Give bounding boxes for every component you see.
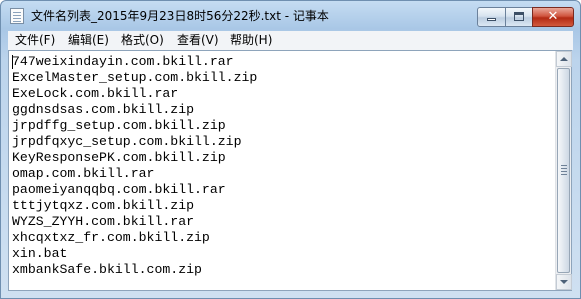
text-editor[interactable]: 747weixindayin.com.bkill.rar ExcelMaster… [9, 51, 555, 290]
editor-client: 747weixindayin.com.bkill.rar ExcelMaster… [8, 50, 572, 291]
menu-help[interactable]: 帮助(H) [230, 33, 272, 48]
notepad-window: 文件名列表_2015年9月23日8时56分22秒.txt - 记事本 ✕ 文件(… [0, 0, 581, 299]
scrollbar-thumb[interactable] [557, 68, 570, 273]
text-line: jrpdfqxyc_setup.com.bkill.zip [12, 134, 242, 149]
scroll-down-arrow-icon[interactable] [556, 274, 572, 290]
text-line: 747weixindayin.com.bkill.rar [12, 54, 234, 69]
maximize-icon [514, 12, 524, 21]
menu-edit[interactable]: 编辑(E) [68, 33, 109, 48]
text-caret [12, 55, 13, 69]
text-line: xin.bat [12, 246, 68, 261]
title-bar[interactable]: 文件名列表_2015年9月23日8时56分22秒.txt - 记事本 ✕ [1, 1, 580, 31]
minimize-icon [487, 18, 496, 21]
notepad-icon[interactable] [10, 8, 24, 24]
text-line: ExcelMaster_setup.com.bkill.zip [12, 70, 258, 85]
text-line: KeyResponsePK.com.bkill.zip [12, 150, 226, 165]
text-line: jrpdffg_setup.com.bkill.zip [12, 118, 226, 133]
vertical-scrollbar[interactable] [555, 51, 572, 290]
scroll-up-arrow-icon[interactable] [556, 51, 572, 67]
close-icon: ✕ [547, 9, 559, 24]
close-button[interactable]: ✕ [532, 7, 574, 27]
maximize-button[interactable] [505, 7, 533, 27]
menu-format[interactable]: 格式(O) [121, 33, 164, 48]
text-line: xhcqxtxz_fr.com.bkill.zip [12, 230, 210, 245]
text-line: tttjytqxz.com.bkill.zip [12, 198, 195, 213]
minimize-button[interactable] [477, 7, 506, 27]
menu-view[interactable]: 查看(V) [177, 33, 219, 48]
text-line: ExeLock.com.bkill.rar [12, 86, 179, 101]
text-line: paomeiyanqqbq.com.bkill.rar [12, 182, 226, 197]
text-line: xmbankSafe.bkill.com.zip [12, 262, 202, 277]
text-line: WYZS_ZYYH.com.bkill.rar [12, 214, 195, 229]
menu-file[interactable]: 文件(F) [15, 33, 55, 48]
text-line: omap.com.bkill.rar [12, 166, 155, 181]
window-title: 文件名列表_2015年9月23日8时56分22秒.txt - 记事本 [31, 9, 329, 23]
scrollbar-grip-icon [561, 165, 567, 166]
menu-bar: 文件(F) 编辑(E) 格式(O) 查看(V) 帮助(H) [8, 31, 573, 50]
text-line: ggdnsdsas.com.bkill.zip [12, 102, 195, 117]
